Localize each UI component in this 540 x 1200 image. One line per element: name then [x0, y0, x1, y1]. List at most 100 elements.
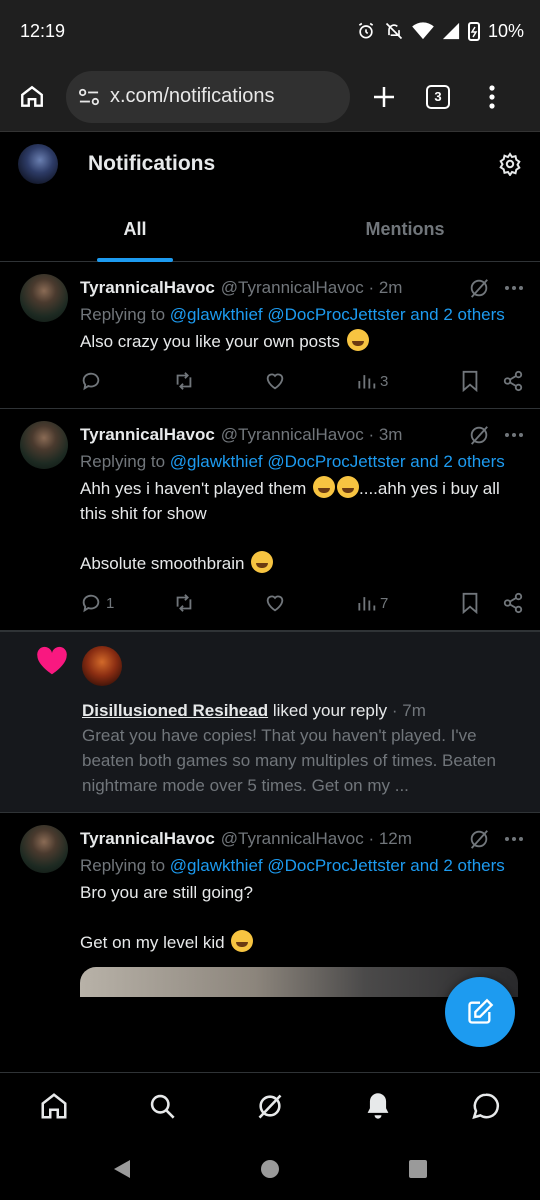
signal-icon [442, 22, 460, 40]
post-author-name[interactable]: TyrannicalHavoc [80, 278, 215, 298]
nav-notifications[interactable] [353, 1081, 403, 1131]
rofl-emoji-icon [231, 930, 254, 952]
post-avatar[interactable] [20, 274, 68, 322]
liker-avatar[interactable] [82, 646, 122, 686]
address-bar[interactable]: x.com/notifications [66, 70, 350, 123]
bookmark-icon[interactable] [460, 592, 480, 614]
share-icon[interactable] [502, 370, 524, 392]
grok-icon[interactable] [468, 424, 490, 446]
browser-menu-button[interactable] [472, 77, 512, 117]
back-icon[interactable] [112, 1158, 132, 1180]
reply-count: 1 [106, 594, 115, 612]
tab-all[interactable]: All [0, 196, 270, 262]
more-icon[interactable] [504, 285, 524, 291]
home-outline-icon [21, 85, 43, 107]
kebab-menu-icon [489, 84, 495, 109]
nav-messages[interactable] [461, 1081, 511, 1131]
repost-button[interactable] [172, 592, 264, 614]
views-button[interactable]: 3 [356, 371, 446, 391]
search-icon [150, 1094, 175, 1119]
views-count: 7 [380, 594, 389, 612]
tab-mentions[interactable]: Mentions [270, 196, 540, 262]
nav-grok[interactable] [245, 1081, 295, 1131]
battery-percent: 10% [487, 20, 524, 41]
alarm-icon [358, 22, 374, 39]
heart-outline-icon [266, 595, 284, 612]
like-button[interactable] [264, 592, 356, 614]
replying-prefix: Replying to [80, 305, 170, 324]
compose-icon [468, 998, 494, 1024]
replying-to: Replying to @glawkthief @DocProcJettster… [80, 853, 524, 878]
replying-prefix: Replying to [80, 856, 170, 875]
notification-post[interactable]: TyrannicalHavoc @TyrannicalHavoc · 3m Re… [0, 409, 540, 631]
post-avatar[interactable] [20, 421, 68, 469]
like-time: · 7m [387, 701, 426, 720]
post-text-line: Ahh yes i haven't played them [80, 479, 307, 498]
post-handle-time: @TyrannicalHavoc · 3m [220, 425, 403, 444]
replying-to: Replying to @glawkthief @DocProcJettster… [80, 302, 524, 327]
status-time: 12:19 [20, 20, 66, 41]
new-tab-button[interactable] [364, 77, 404, 117]
profile-avatar[interactable] [18, 144, 58, 184]
reply-button[interactable]: 1 [80, 592, 172, 614]
grok-icon[interactable] [468, 828, 490, 850]
post-actions: 3 [80, 354, 524, 408]
tab-switcher-button[interactable]: 3 [418, 77, 458, 117]
replying-links[interactable]: @glawkthief @DocProcJettster and 2 other… [170, 305, 505, 324]
post-text-line: Also crazy you like your own posts [80, 332, 340, 351]
home-icon [41, 1092, 67, 1118]
post-author-name[interactable]: TyrannicalHavoc [80, 425, 215, 445]
post-handle-time: @TyrannicalHavoc · 12m [220, 829, 412, 848]
tab-count: 3 [426, 84, 450, 109]
nav-search[interactable] [137, 1081, 187, 1131]
status-icons: 10% [356, 21, 524, 42]
repost-icon [176, 594, 192, 612]
browser-home-button[interactable] [12, 77, 52, 117]
compose-button[interactable] [445, 977, 515, 1047]
home-circle-icon[interactable] [260, 1159, 280, 1179]
wifi-icon [412, 22, 434, 40]
rofl-emoji-icon [313, 476, 336, 498]
post-text: Also crazy you like your own posts [80, 329, 524, 354]
recents-icon[interactable] [408, 1159, 428, 1179]
post-author-name[interactable]: TyrannicalHavoc [80, 829, 215, 849]
views-icon [358, 597, 376, 611]
reply-icon [82, 372, 100, 391]
page-title: Notifications [88, 152, 216, 175]
post-text: Ahh yes i haven't played them ....ahh ye… [80, 476, 524, 576]
system-navigation [0, 1138, 540, 1200]
bookmark-icon[interactable] [460, 370, 480, 392]
liker-name[interactable]: Disillusioned Resihead [82, 701, 268, 720]
more-icon[interactable] [504, 836, 524, 842]
replying-links[interactable]: @glawkthief @DocProcJettster and 2 other… [170, 856, 505, 875]
notification-post[interactable]: TyrannicalHavoc @TyrannicalHavoc · 2m Re… [0, 262, 540, 409]
tab-mentions-label: Mentions [365, 218, 445, 239]
notification-post[interactable]: TyrannicalHavoc @TyrannicalHavoc · 12m R… [0, 813, 540, 997]
post-avatar[interactable] [20, 825, 68, 873]
views-icon [358, 375, 376, 389]
rofl-emoji-icon [251, 551, 274, 573]
repost-button[interactable] [172, 370, 264, 392]
chat-icon [472, 1092, 500, 1119]
post-text-line: Absolute smoothbrain [80, 554, 245, 573]
post-tools [460, 370, 524, 392]
post-tools [460, 592, 524, 614]
like-notification[interactable]: Disillusioned Resihead liked your reply … [0, 631, 540, 813]
more-icon[interactable] [504, 432, 524, 438]
rofl-emoji-icon [337, 476, 360, 498]
plus-icon [374, 86, 394, 107]
reply-button[interactable] [80, 370, 172, 392]
replying-links[interactable]: @glawkthief @DocProcJettster and 2 other… [170, 452, 505, 471]
tab-all-label: All [123, 218, 147, 239]
battery-icon [467, 22, 480, 41]
gear-icon[interactable] [498, 152, 522, 176]
status-bar: 12:19 10% [0, 0, 540, 62]
grok-icon[interactable] [468, 277, 490, 299]
nav-home[interactable] [29, 1081, 79, 1131]
repost-icon [176, 372, 192, 390]
mute-icon [385, 22, 403, 40]
views-button[interactable]: 7 [356, 593, 446, 613]
like-button[interactable] [264, 370, 356, 392]
bell-icon [367, 1092, 389, 1119]
share-icon[interactable] [502, 592, 524, 614]
